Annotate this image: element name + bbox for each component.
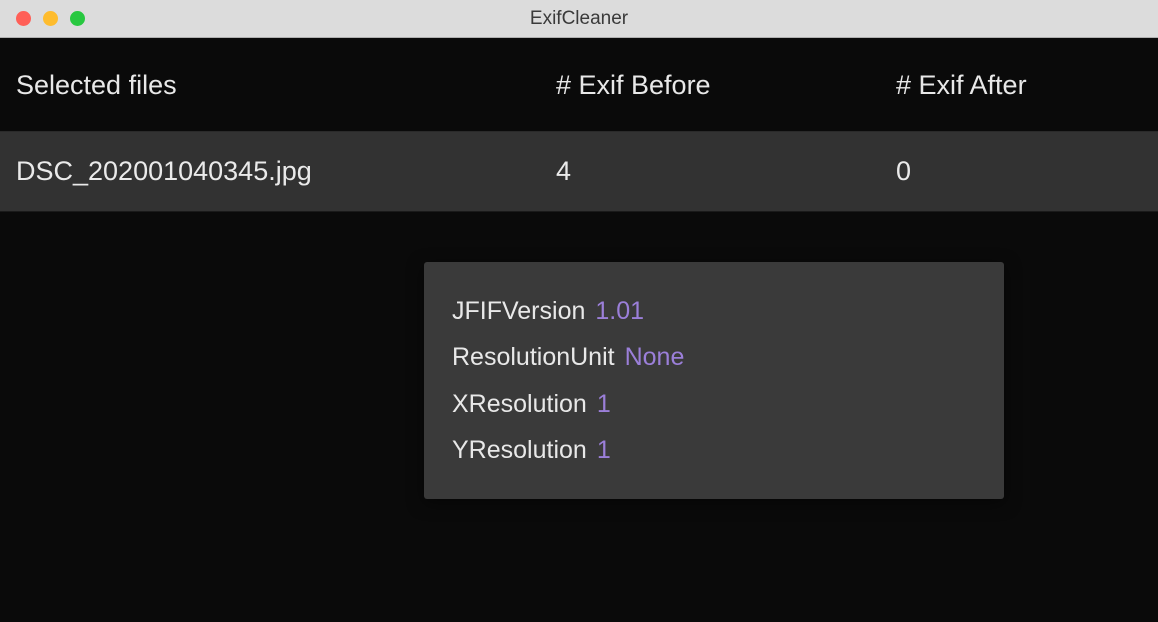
close-button[interactable] bbox=[16, 11, 31, 26]
maximize-button[interactable] bbox=[70, 11, 85, 26]
table-row[interactable]: DSC_202001040345.jpg 4 0 bbox=[0, 132, 1158, 212]
header-exif-before: # Exif Before bbox=[556, 70, 896, 101]
cell-filename: DSC_202001040345.jpg bbox=[16, 156, 556, 187]
titlebar[interactable]: ExifCleaner bbox=[0, 0, 1158, 38]
tooltip-value: 1.01 bbox=[595, 288, 644, 334]
tooltip-item: YResolution 1 bbox=[452, 427, 976, 473]
tooltip-key: XResolution bbox=[452, 381, 587, 427]
cell-exif-after: 0 bbox=[896, 156, 1142, 187]
tooltip-value: 1 bbox=[597, 427, 611, 473]
exif-tooltip: JFIFVersion 1.01 ResolutionUnit None XRe… bbox=[424, 262, 1004, 499]
tooltip-item: XResolution 1 bbox=[452, 381, 976, 427]
tooltip-value: None bbox=[625, 334, 685, 380]
cell-exif-before: 4 bbox=[556, 156, 896, 187]
tooltip-item: ResolutionUnit None bbox=[452, 334, 976, 380]
tooltip-key: YResolution bbox=[452, 427, 587, 473]
table-header: Selected files # Exif Before # Exif Afte… bbox=[0, 38, 1158, 132]
traffic-lights bbox=[0, 11, 85, 26]
header-selected-files: Selected files bbox=[16, 70, 556, 101]
minimize-button[interactable] bbox=[43, 11, 58, 26]
tooltip-item: JFIFVersion 1.01 bbox=[452, 288, 976, 334]
tooltip-key: JFIFVersion bbox=[452, 288, 585, 334]
header-exif-after: # Exif After bbox=[896, 70, 1142, 101]
window-title: ExifCleaner bbox=[0, 8, 1158, 30]
tooltip-key: ResolutionUnit bbox=[452, 334, 615, 380]
tooltip-value: 1 bbox=[597, 381, 611, 427]
